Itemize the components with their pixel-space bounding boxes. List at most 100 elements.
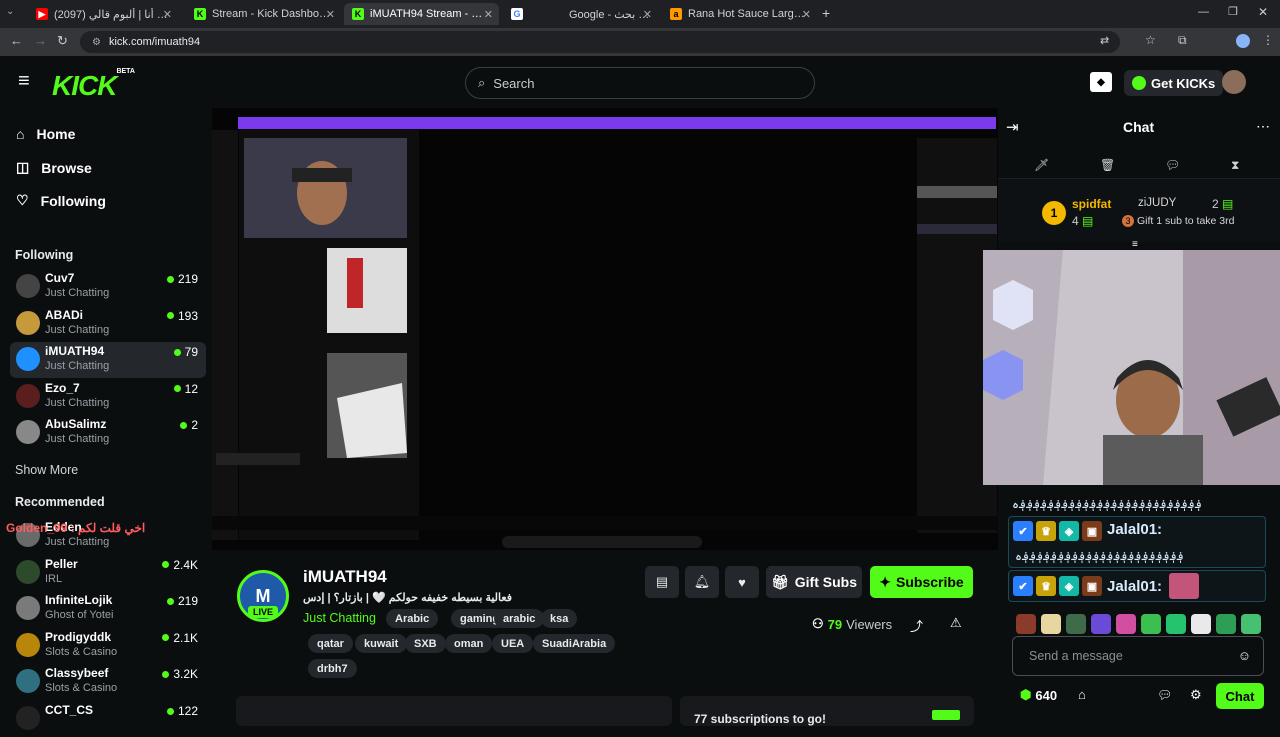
emote-8[interactable] — [1191, 614, 1211, 634]
tag-ksa[interactable]: ksa — [541, 609, 578, 628]
tag-arabic[interactable]: arabic — [494, 609, 545, 628]
channel-name[interactable]: iMUATH94 — [303, 567, 387, 587]
emote-10[interactable] — [1241, 614, 1261, 634]
message-icon[interactable]: 💬︎ — [1165, 158, 1180, 172]
chat-input[interactable]: Send a message ☺ — [1012, 636, 1264, 676]
video-player[interactable] — [212, 108, 998, 550]
sidebar-channel-prodigyddk[interactable]: Prodigyddk Slots & Casino 2.1K — [10, 628, 206, 664]
send-chat-button[interactable]: Chat — [1216, 683, 1264, 709]
maximize-icon[interactable]: ❐ — [1228, 5, 1238, 18]
tag-oman[interactable]: oman — [445, 634, 493, 653]
get-kicks-button[interactable]: Get KICKs — [1124, 70, 1224, 96]
nav-browse[interactable]: ◫ Browse — [16, 159, 92, 176]
sidebar-channel-infinitelojik[interactable]: InfiniteLojik Ghost of Yotei 219 — [10, 591, 206, 627]
close-window-icon[interactable]: ✕ — [1258, 5, 1268, 19]
nav-home[interactable]: ⌂ Home — [16, 126, 75, 142]
sidebar-channel-abadi[interactable]: ABADi Just Chatting 193 — [10, 306, 206, 342]
tag-uea[interactable]: UEA — [492, 634, 534, 653]
sidebar-channel-abusalimz[interactable]: AbuSalimz Just Chatting 2 — [10, 415, 206, 451]
browser-tab-3[interactable]: K iMUATH94 Stream - Watch ✕ — [344, 3, 499, 25]
viewer-count: 79 — [173, 345, 198, 359]
heart-icon: ♡ — [16, 192, 29, 208]
follow-button[interactable]: ♥ — [725, 566, 759, 598]
sidebar-channel-cct_cs[interactable]: CCT_CS 122 — [10, 701, 206, 737]
hamburger-menu-icon[interactable]: ≡ — [18, 70, 30, 93]
stream-category[interactable]: Just Chatting — [303, 611, 376, 625]
browser-tab-5[interactable]: a Rana Hot Sauce Large 474 ml ✕ — [662, 3, 817, 25]
theatre-mode-button[interactable]: ▤ — [645, 566, 679, 598]
emote-9[interactable] — [1216, 614, 1236, 634]
report-icon[interactable]: ⚠ — [950, 615, 962, 631]
trash-icon[interactable]: 🗑︎ — [1100, 158, 1115, 172]
sidebar-channel-cuv7[interactable]: Cuv7 Just Chatting 219 — [10, 269, 206, 305]
browser-tab-1[interactable]: ▶ (2097) ذكرى - هذا أنا | ألبوم قالي ✕ — [28, 3, 178, 25]
bell-icon: 🔔︎ — [693, 574, 711, 589]
bookmark-star-icon[interactable]: ☆ — [1145, 33, 1156, 47]
minimize-icon[interactable]: — — [1198, 6, 1209, 18]
tag-suadiarabia[interactable]: SuadiArabia — [533, 634, 616, 653]
search-input[interactable]: ⌕ Search — [465, 67, 815, 99]
share-icon[interactable]: ⤴ — [910, 616, 923, 635]
emote-2[interactable] — [1041, 614, 1061, 634]
close-tab-icon[interactable]: ✕ — [802, 8, 811, 21]
close-tab-icon[interactable]: ✕ — [326, 8, 335, 21]
browser-tab-2[interactable]: K Stream - Kick Dashboard ✕ — [186, 3, 341, 25]
emote-6[interactable] — [1141, 614, 1161, 634]
close-tab-icon[interactable]: ✕ — [643, 8, 652, 21]
close-tab-icon[interactable]: ✕ — [163, 8, 172, 21]
avatar — [16, 632, 40, 657]
emote-7[interactable] — [1166, 614, 1186, 634]
tag-drbh7[interactable]: drbh7 — [308, 659, 357, 678]
home-icon: ⌂ — [16, 126, 25, 142]
tag-kuwait[interactable]: kuwait — [355, 634, 408, 653]
url-field[interactable]: ⚙ kick.com/imuath94 — [80, 31, 1120, 53]
new-tab-icon[interactable]: + — [822, 5, 830, 21]
tag-qatar[interactable]: qatar — [308, 634, 353, 653]
hourglass-icon[interactable]: ⧗ — [1231, 158, 1239, 173]
channel-points[interactable]: ⬢ 640 — [1020, 687, 1057, 703]
kick-logo[interactable]: KICKBETA — [52, 68, 135, 102]
chat-bubble-icon[interactable]: 💬︎ — [1157, 688, 1172, 702]
emoji-icon[interactable]: ☺ — [1238, 648, 1251, 663]
star-icon: ✦ — [879, 573, 892, 590]
chat-settings-menu-icon[interactable]: ⋯ — [1256, 118, 1270, 135]
notifications-button[interactable]: 🔔︎ — [685, 566, 719, 598]
extensions-icon[interactable]: ⧉ — [1178, 33, 1187, 48]
reload-icon[interactable]: ↻ — [57, 33, 68, 49]
subscribe-button[interactable]: ✦ Subscribe — [870, 566, 973, 598]
emote-3[interactable] — [1066, 614, 1086, 634]
translate-icon[interactable]: ⇄ — [1100, 34, 1109, 47]
site-info-icon[interactable]: ⚙ — [92, 37, 101, 48]
kick-rewards-icon[interactable]: ◆ — [1090, 72, 1112, 92]
emote-4[interactable] — [1091, 614, 1111, 634]
store-icon[interactable]: ⌂ — [1078, 687, 1086, 702]
sidebar-channel-ezo_7[interactable]: Ezo_7 Just Chatting 12 — [10, 379, 206, 415]
close-tab-icon[interactable]: ✕ — [484, 8, 493, 21]
sidebar-channel-classybeef[interactable]: Classybeef Slots & Casino 3.2K — [10, 664, 206, 700]
chat-title: Chat — [1123, 119, 1155, 135]
browser-tab-4[interactable]: G Google - شطة - بحث ✕ — [503, 3, 658, 25]
channel-name: AbuSalimz — [45, 417, 107, 432]
browser-menu-icon[interactable]: ⋮ — [1262, 33, 1274, 47]
collapse-chat-icon[interactable]: ⇥ — [1006, 118, 1019, 136]
viewer-count-value: 122 — [177, 704, 198, 718]
tag-arabic[interactable]: Arabic — [386, 609, 439, 628]
show-more-link[interactable]: Show More — [15, 463, 78, 477]
live-dot-icon — [162, 561, 170, 569]
emote-5[interactable] — [1116, 614, 1136, 634]
tag-sxb[interactable]: SXB — [405, 634, 446, 653]
sidebar-channel-peller[interactable]: Peller IRL 2.4K — [10, 555, 206, 591]
goal-button[interactable] — [932, 710, 960, 720]
forward-icon[interactable]: → — [34, 33, 47, 48]
sword-icon[interactable]: 🗡︎ — [1034, 158, 1049, 172]
tab-search-icon[interactable]: ⌄ — [6, 6, 14, 17]
profile-avatar[interactable] — [1236, 34, 1250, 48]
sidebar-channel-imuath94[interactable]: iMUATH94 Just Chatting 79 — [10, 342, 206, 379]
gear-icon[interactable]: ⚙ — [1190, 687, 1202, 703]
gift-subs-button[interactable]: 🎁︎ Gift Subs — [766, 566, 862, 598]
nav-following[interactable]: ♡ Following — [16, 192, 106, 209]
user-avatar[interactable] — [1222, 70, 1246, 94]
expand-leaderboard-icon[interactable]: ≡ — [1132, 239, 1138, 250]
emote-1[interactable] — [1016, 614, 1036, 634]
back-icon[interactable]: ← — [10, 33, 23, 48]
